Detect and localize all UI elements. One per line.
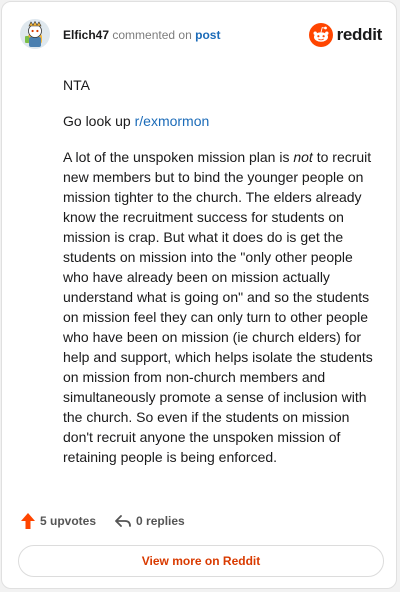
user-avatar-icon[interactable] xyxy=(20,19,50,49)
username[interactable]: Elfich47 xyxy=(63,28,109,42)
comment-text: Go look up xyxy=(63,113,135,129)
reply-count: 0 replies xyxy=(136,514,185,528)
comment-meta: Elfich47 commented on post xyxy=(63,28,220,42)
reddit-snoo-icon xyxy=(308,23,333,47)
subreddit-link[interactable]: r/exmormon xyxy=(135,113,210,129)
comment-header: Elfich47 commented on post reddit xyxy=(20,18,382,52)
reply-arrow-icon xyxy=(115,515,131,527)
comment-paragraph: Go look up r/exmormon xyxy=(63,111,379,131)
embedded-comment-card: Elfich47 commented on post reddit NTA Go… xyxy=(1,1,397,589)
view-more-on-reddit-button[interactable]: View more on Reddit xyxy=(18,545,384,577)
upvote-count: 5 upvotes xyxy=(40,514,97,528)
upvote-arrow-icon xyxy=(21,513,35,529)
comment-action-text: commented on xyxy=(112,28,192,42)
comment-text: A lot of the unspoken mission plan is xyxy=(63,149,294,165)
comment-body: NTA Go look up r/exmormon A lot of the u… xyxy=(63,75,379,483)
comment-text: to recruit new members but to bind the y… xyxy=(63,149,373,465)
reddit-logo[interactable]: reddit xyxy=(308,22,383,48)
emphasized-text: not xyxy=(293,149,313,165)
upvote-stat[interactable]: 5 upvotes xyxy=(20,512,96,530)
reddit-wordmark: reddit xyxy=(336,25,383,44)
comment-footer: 5 upvotes 0 replies xyxy=(20,511,203,531)
comment-paragraph: A lot of the unspoken mission plan is no… xyxy=(63,147,379,467)
comment-paragraph: NTA xyxy=(63,75,379,95)
comment-text: NTA xyxy=(63,77,90,93)
view-button-label: View more on Reddit xyxy=(141,554,261,568)
post-link[interactable]: post xyxy=(195,28,220,42)
reply-stat[interactable]: 0 replies xyxy=(114,513,185,529)
